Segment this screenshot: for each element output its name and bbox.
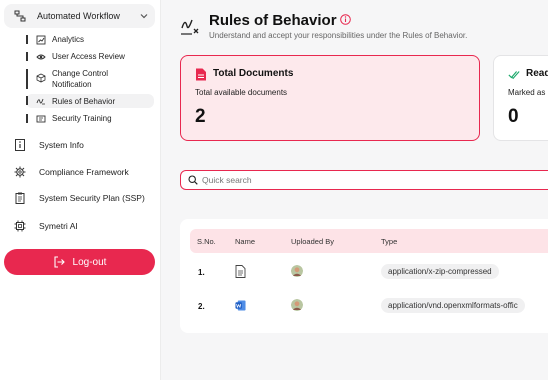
chip-icon bbox=[14, 220, 26, 232]
gear-icon bbox=[14, 166, 26, 178]
sidebar-item-symetri-ai[interactable]: Symetri AI bbox=[14, 218, 154, 234]
column-header-type[interactable]: Type bbox=[381, 237, 397, 246]
search-box[interactable] bbox=[180, 170, 548, 190]
sidebar-item-label: System Security Plan (SSP) bbox=[39, 193, 145, 203]
logout-icon bbox=[53, 256, 65, 268]
sidebar-item-user-access-review[interactable]: User Access Review bbox=[26, 51, 154, 62]
tree-line bbox=[26, 52, 28, 61]
column-header-uploaded-by[interactable]: Uploaded By bbox=[291, 237, 334, 246]
workflow-label: Automated Workflow bbox=[37, 11, 120, 21]
signature-icon bbox=[36, 98, 45, 105]
sidebar-item-compliance-framework[interactable]: Compliance Framework bbox=[14, 164, 154, 180]
info-box-icon bbox=[15, 139, 25, 151]
tree-line bbox=[26, 69, 28, 89]
card-title: Read bbox=[526, 68, 548, 79]
total-documents-card[interactable]: Total Documents Total available document… bbox=[180, 55, 480, 141]
read-card[interactable]: Read Marked as 0 bbox=[493, 55, 548, 141]
tree-line bbox=[26, 114, 28, 123]
word-file-icon[interactable] bbox=[235, 299, 246, 312]
column-header-sno[interactable]: S.No. bbox=[197, 237, 216, 246]
sidebar-item-change-control[interactable]: Change Control Notification bbox=[26, 68, 154, 90]
info-icon[interactable] bbox=[340, 14, 351, 25]
avatar bbox=[291, 299, 303, 311]
chart-icon bbox=[36, 35, 46, 45]
tree-line bbox=[26, 96, 28, 105]
type-badge: application/vnd.openxmlformats-offic bbox=[381, 298, 525, 313]
avatar bbox=[291, 265, 303, 277]
sidebar-item-system-info[interactable]: System Info bbox=[14, 137, 154, 153]
page-title: Rules of Behavior bbox=[209, 12, 337, 29]
clipboard-icon bbox=[15, 192, 25, 204]
sidebar-item-label: Change Control Notification bbox=[52, 69, 109, 89]
page-subtitle: Understand and accept your responsibilit… bbox=[209, 31, 468, 40]
main-content: Rules of Behavior Understand and accept … bbox=[162, 0, 548, 380]
workflow-icon bbox=[14, 10, 26, 22]
sidebar-item-label: Rules of Behavior bbox=[52, 97, 116, 106]
row-sno: 2. bbox=[198, 302, 205, 311]
sidebar-item-label: Compliance Framework bbox=[39, 167, 129, 177]
cube-icon bbox=[36, 73, 46, 83]
sidebar: Automated Workflow Analytics User Access… bbox=[0, 0, 161, 380]
training-icon bbox=[36, 115, 46, 123]
sidebar-item-label: Analytics bbox=[52, 35, 85, 44]
table-header: S.No. Name Uploaded By Type bbox=[190, 229, 548, 253]
document-icon bbox=[196, 68, 206, 81]
signature-icon bbox=[181, 19, 199, 35]
sidebar-item-rules-of-behavior[interactable]: Rules of Behavior bbox=[26, 94, 154, 108]
search-input[interactable] bbox=[202, 173, 542, 187]
card-value: 0 bbox=[508, 106, 519, 127]
sidebar-item-analytics[interactable]: Analytics bbox=[26, 34, 154, 45]
card-value: 2 bbox=[195, 106, 206, 127]
table-row[interactable]: 1. application/x-zip-compressed bbox=[190, 257, 548, 287]
card-title: Total Documents bbox=[213, 68, 294, 79]
row-sno: 1. bbox=[198, 268, 205, 277]
automated-workflow-toggle[interactable]: Automated Workflow bbox=[4, 4, 155, 28]
sidebar-item-label: System Info bbox=[39, 140, 84, 150]
logout-label: Log-out bbox=[72, 256, 107, 268]
sidebar-item-security-training[interactable]: Security Training bbox=[26, 113, 154, 124]
documents-table: S.No. Name Uploaded By Type 1. applicati… bbox=[180, 219, 548, 333]
column-header-name[interactable]: Name bbox=[235, 237, 255, 246]
type-badge: application/x-zip-compressed bbox=[381, 264, 499, 279]
card-subtitle: Marked as bbox=[508, 88, 546, 97]
sidebar-item-ssp[interactable]: System Security Plan (SSP) bbox=[14, 190, 154, 206]
eye-icon bbox=[36, 54, 46, 60]
zip-file-icon[interactable] bbox=[235, 265, 246, 278]
double-check-icon bbox=[508, 71, 520, 80]
sidebar-item-label: User Access Review bbox=[52, 52, 125, 61]
card-subtitle: Total available documents bbox=[195, 88, 288, 97]
chevron-down-icon[interactable] bbox=[139, 11, 149, 21]
logout-button[interactable]: Log-out bbox=[4, 249, 155, 275]
search-icon bbox=[188, 175, 198, 185]
tree-line bbox=[26, 35, 28, 44]
sidebar-item-label: Symetri AI bbox=[39, 221, 78, 231]
sidebar-item-label: Security Training bbox=[52, 114, 112, 123]
table-row[interactable]: 2. application/vnd.openxmlformats-offic bbox=[190, 291, 548, 321]
